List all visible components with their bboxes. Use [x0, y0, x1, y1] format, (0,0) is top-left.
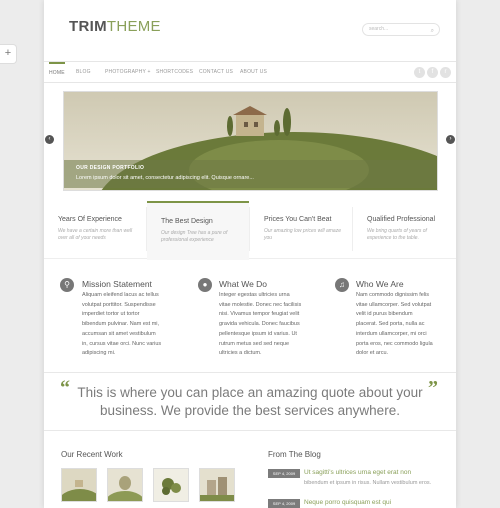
service-line: ultricies a dictum. [219, 350, 262, 357]
open-quote-icon: “ [60, 377, 70, 399]
quote-text: This is where you can place an amazing q… [77, 385, 423, 418]
page-container: TRIMTHEME search... ⌕ Home Blog Photogra… [44, 0, 456, 508]
service-line: bibendum pulvinar. Nam est mi, [82, 321, 160, 328]
section-divider [44, 430, 456, 431]
service-line: adipiscing mi. [82, 350, 116, 357]
thumb-image [154, 469, 188, 501]
hero-caption-text: Lorem ipsum dolor sit amet, consectetur … [76, 175, 254, 181]
nav-item-contact[interactable]: Contact Us [199, 62, 233, 82]
service-line: porta eros, nec commodo ligula [356, 340, 433, 347]
main-nav: Home Blog Photography + Shortcodes Conta… [44, 61, 456, 83]
tab-design[interactable]: The Best Design Our design Tree has a pu… [147, 201, 249, 260]
search-placeholder: search... [369, 26, 389, 32]
recent-work-thumb[interactable] [199, 468, 235, 502]
logo-part1: TRIM [69, 18, 107, 35]
post-date-badge: SEP 4, 2009 [268, 499, 300, 508]
service-text-what-we-do: Integer egestas ultricies urna vitae mol… [219, 291, 311, 359]
service-line: interdum ullamcorper, mi orci [356, 330, 427, 337]
service-line: vitae ullamcorper. Sed volutpat [356, 301, 432, 308]
service-line: in, cursus vitae orci. Nunc varius [82, 340, 162, 347]
tab-professional[interactable]: Qualified Professional We bring quarts o… [353, 201, 455, 258]
nav-item-home[interactable]: Home [49, 62, 65, 84]
recent-work-thumb[interactable] [107, 468, 143, 502]
chat-icon: ● [198, 278, 212, 292]
rss-icon[interactable]: r [440, 67, 451, 78]
blog-title: From The Blog [268, 450, 321, 459]
blog-post-excerpt: bibendum et ipsum in risus. Nullam vesti… [304, 480, 432, 486]
service-line: gravida vehicula. Donec faucibus [219, 321, 300, 328]
service-line: Aliquam eleifend lacus ac tellus [82, 292, 159, 298]
tab-subtitle: Our design Tree has a pure of profession… [161, 230, 228, 243]
twitter-icon[interactable]: t [414, 67, 425, 78]
recent-work-thumb[interactable] [61, 468, 97, 502]
service-line: rutrum metus sed sed neque [219, 340, 290, 347]
close-quote-icon: ” [428, 377, 438, 399]
service-line: volutpat porttitor. Suspendisse [82, 301, 156, 308]
service-line: placerat. Sed porta, nulla ac [356, 321, 425, 328]
slider-next-arrow[interactable]: › [446, 135, 455, 144]
tab-subtitle: Our amazing low prices will amaze you [264, 228, 341, 241]
nav-item-blog[interactable]: Blog [76, 62, 91, 82]
recent-work-title: Our Recent Work [61, 450, 123, 459]
service-title-mission: Mission Statement [82, 279, 152, 289]
section-divider [44, 372, 456, 373]
blog-post-link[interactable]: Ut sagitti's ultrices urna eget erat non [304, 469, 411, 476]
tab-title: Years Of Experience [58, 216, 122, 223]
tab-experience[interactable]: Years Of Experience We have a certain mo… [44, 201, 146, 258]
tab-title: Qualified Professional [367, 216, 436, 223]
side-expand-tab[interactable]: + [0, 44, 17, 64]
recent-work-thumb[interactable] [153, 468, 189, 502]
search-icon[interactable]: ⌕ [431, 26, 434, 37]
service-line: Integer egestas ultricies urna [219, 292, 290, 298]
blog-post-link[interactable]: Neque porro quisquam est qui [304, 499, 391, 506]
search-icon: ⚲ [60, 278, 74, 292]
search-input[interactable]: search... ⌕ [362, 23, 440, 36]
service-line: velit id purus bibendum [356, 311, 413, 318]
slider-prev-arrow[interactable]: ‹ [45, 135, 54, 144]
service-line: accumsan sit amet vestibulum [82, 330, 156, 337]
thumb-image [108, 469, 142, 501]
hero-caption: OUR DESIGN PORTFOLIO Lorem ipsum dolor s… [64, 160, 437, 188]
service-line: pellentesque ipsum id varius. Ut [219, 330, 297, 337]
service-line: nisi. Vivamus tempor feugiat velit [219, 311, 300, 318]
service-text-mission: Aliquam eleifend lacus ac tellus volutpa… [82, 291, 174, 359]
tab-subtitle: We bring quarts of years of experience t… [367, 228, 427, 241]
tab-title: Prices You Can't Beat [264, 216, 332, 223]
feature-tabs: Years Of Experience We have a certain mo… [44, 201, 456, 260]
service-title-what-we-do: What We Do [219, 279, 268, 289]
logo-part2: THEME [106, 18, 161, 35]
tab-subtitle: We have a certain more than well over al… [58, 228, 133, 241]
service-title-who-we-are: Who We Are [356, 279, 404, 289]
service-line: vitae molestie. Donec nec facilisis [219, 301, 302, 308]
thumb-image [200, 469, 234, 501]
tab-prices[interactable]: Prices You Can't Beat Our amazing low pr… [250, 201, 352, 258]
tab-title: The Best Design [161, 218, 213, 225]
nav-item-about[interactable]: About Us [240, 62, 267, 82]
thumb-image [62, 469, 96, 501]
post-date-badge: SEP 4, 2009 [268, 469, 300, 478]
hero-slider: OUR DESIGN PORTFOLIO Lorem ipsum dolor s… [63, 91, 438, 191]
service-text-who-we-are: Nam commodo dignissim felis vitae ullamc… [356, 291, 448, 359]
service-line: Nam commodo dignissim felis [356, 292, 430, 298]
service-line: dolor et arcu. [356, 350, 389, 357]
facebook-icon[interactable]: f [427, 67, 438, 78]
hero-caption-title: OUR DESIGN PORTFOLIO [76, 165, 145, 171]
nav-item-shortcodes[interactable]: Shortcodes [156, 62, 193, 82]
service-line: imperdiet tortor ut tortor [82, 311, 140, 318]
nav-item-photography[interactable]: Photography + [105, 62, 151, 82]
site-logo[interactable]: TRIMTHEME [69, 18, 161, 35]
music-icon: ♫ [335, 278, 349, 292]
